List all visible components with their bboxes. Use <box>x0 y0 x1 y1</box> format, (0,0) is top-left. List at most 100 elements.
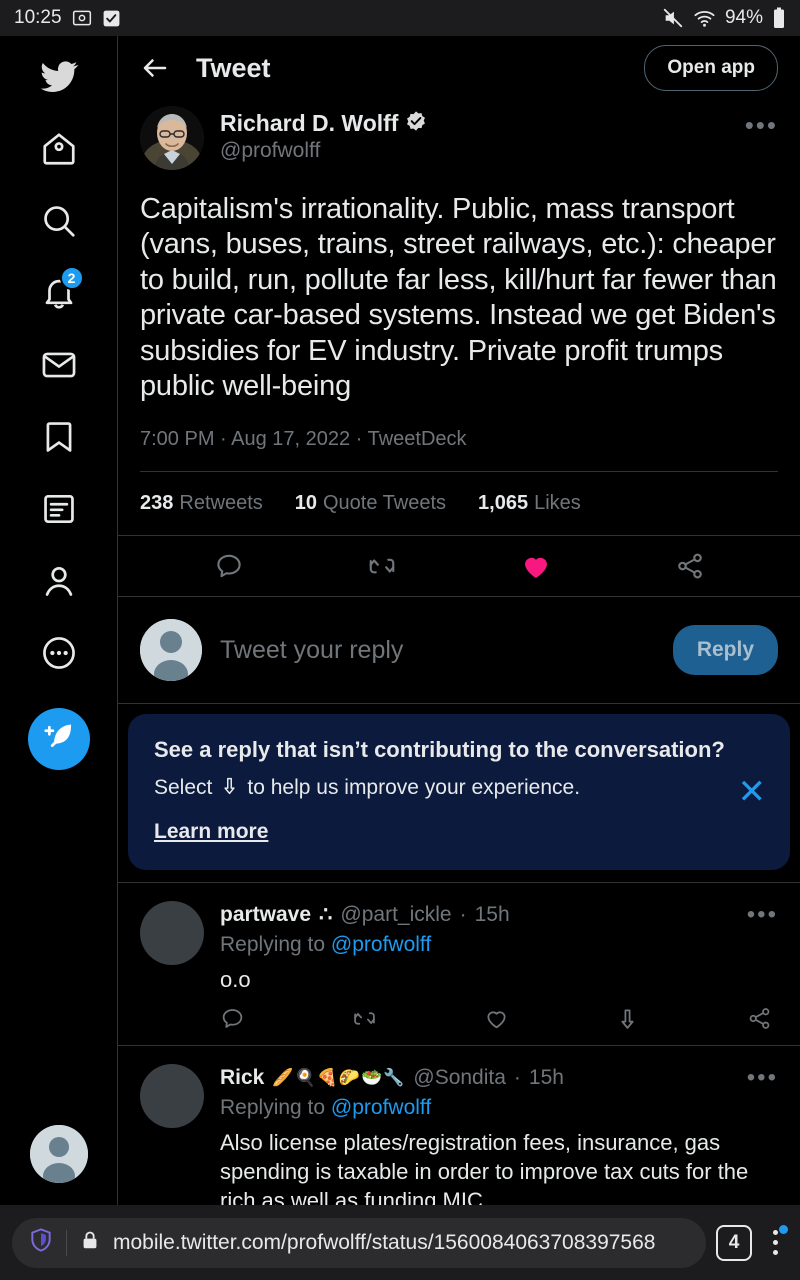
banner-learn-more-link[interactable]: Learn more <box>154 820 268 844</box>
reply-more-button[interactable]: ••• <box>747 1064 778 1092</box>
kebab-dot-3 <box>772 1250 778 1255</box>
list-item[interactable]: partwave ∴ @part_ickle · 15h ••• Replyin… <box>118 881 800 1045</box>
retweet-icon[interactable] <box>352 1006 377 1031</box>
author-display-name: Richard D. Wolff <box>220 110 399 136</box>
reply-more-button[interactable]: ••• <box>747 901 778 929</box>
replying-to-handle[interactable]: @profwolff <box>331 1096 431 1119</box>
sidebar-account-avatar[interactable] <box>29 1125 88 1183</box>
tweet-text: Capitalism's irrationality. Public, mass… <box>140 193 777 402</box>
likes-count: 1,065 <box>478 492 529 515</box>
menu-notification-dot <box>779 1224 788 1234</box>
avatar[interactable] <box>140 900 204 965</box>
share-icon[interactable] <box>747 1006 772 1031</box>
reply-text: o.o <box>220 966 251 992</box>
notification-badge: 2 <box>59 266 84 290</box>
reply-display-name: partwave <box>220 902 312 926</box>
reply-input[interactable] <box>220 635 655 665</box>
shield-icon[interactable] <box>28 1227 54 1258</box>
author-display-row: Richard D. Wolff <box>220 110 427 137</box>
sidebar-item-messages[interactable] <box>28 334 90 396</box>
back-button[interactable] <box>140 53 170 83</box>
reply-handle: @part_ickle <box>340 902 452 926</box>
reply-composer: Reply <box>118 597 800 705</box>
browser-menu-button[interactable] <box>762 1223 788 1263</box>
tab-count-button[interactable]: 4 <box>716 1224 752 1261</box>
lock-icon <box>79 1229 101 1256</box>
sidebar-item-twitter-logo[interactable] <box>28 46 90 108</box>
avatar[interactable] <box>140 1063 204 1128</box>
screenshot-icon <box>72 8 92 28</box>
tweet-more-button[interactable]: ••• <box>745 106 778 141</box>
share-icon[interactable] <box>675 551 705 581</box>
screen: 10:25 94% 2 Tweet Open app Richard D. Wo… <box>0 0 800 1280</box>
main-column: Tweet Open app Richard D. Wolff @profwol… <box>118 36 800 1205</box>
stat-quote-tweets[interactable]: 10 Quote Tweets <box>295 492 446 515</box>
envelope-icon <box>40 346 78 384</box>
compose-tweet-button[interactable] <box>27 708 90 770</box>
banner-wrapper: See a reply that isn’t contributing to t… <box>118 704 800 870</box>
composer-avatar <box>140 619 202 682</box>
reply-action-bar <box>220 994 778 1039</box>
sidebar-item-lists[interactable] <box>28 478 90 540</box>
like-icon[interactable] <box>484 1006 509 1031</box>
more-circle-icon <box>40 634 78 672</box>
url-divider <box>66 1229 67 1256</box>
sidebar-item-home[interactable] <box>28 118 90 180</box>
person-icon <box>40 562 78 600</box>
replying-to-handle[interactable]: @profwolff <box>331 933 431 956</box>
kebab-dot-1 <box>772 1230 778 1235</box>
sidebar-item-more[interactable] <box>28 622 90 684</box>
retweet-icon[interactable] <box>367 551 397 581</box>
twitter-logo-icon <box>39 57 79 97</box>
quotes-count: 10 <box>294 492 317 515</box>
tweet-action-bar <box>118 535 800 598</box>
browser-toolbar: mobile.twitter.com/profwolff/status/1560… <box>0 1205 800 1280</box>
downvote-icon <box>219 775 240 802</box>
reply-name-suffix: ∴ <box>319 903 333 927</box>
like-icon[interactable] <box>520 550 552 582</box>
sidebar-item-profile[interactable] <box>28 550 90 612</box>
close-icon[interactable]: ✕ <box>738 775 767 809</box>
stat-likes[interactable]: 1,065 Likes <box>478 492 581 515</box>
tweet-timestamp: 7:00 PM · Aug 17, 2022 · TweetDeck <box>140 428 778 451</box>
reply-dot-separator: · <box>459 902 467 926</box>
banner-subtitle-after: to help us improve your experience. <box>247 776 581 800</box>
open-app-button[interactable]: Open app <box>644 45 778 91</box>
replying-to: Replying to @profwolff <box>220 933 778 957</box>
clock: 10:25 <box>14 7 62 28</box>
sidebar-item-bookmarks[interactable] <box>28 406 90 468</box>
tweet-detail: Richard D. Wolff @profwolff ••• Capitali… <box>118 100 800 535</box>
reply-submit-button[interactable]: Reply <box>672 625 778 676</box>
replying-to-prefix: Replying to <box>220 932 331 956</box>
downvote-icon[interactable] <box>615 1006 640 1031</box>
meta-sep-1: · <box>214 428 232 451</box>
tweet-client: TweetDeck <box>367 428 467 451</box>
reply-icon[interactable] <box>220 1006 245 1031</box>
url-text: mobile.twitter.com/profwolff/status/1560… <box>113 1230 656 1254</box>
stat-retweets[interactable]: 238 Retweets <box>140 492 263 515</box>
reply-icon[interactable] <box>214 551 244 581</box>
reply-time: 15h <box>474 902 510 926</box>
reply-time: 15h <box>528 1065 564 1089</box>
tweet-date: Aug 17, 2022 <box>231 428 351 451</box>
sidebar-item-notifications[interactable]: 2 <box>28 262 90 324</box>
tweet-author-row: Richard D. Wolff @profwolff ••• <box>140 106 778 170</box>
quotes-label: Quote Tweets <box>323 492 447 515</box>
list-item[interactable]: Rick 🥖🍳🍕🌮🥗🔧 @Sondita · 15h ••• Replying … <box>118 1044 800 1205</box>
url-bar[interactable]: mobile.twitter.com/profwolff/status/1560… <box>12 1217 706 1268</box>
author-handle: @profwolff <box>220 139 321 162</box>
author-avatar[interactable] <box>140 106 204 170</box>
status-bar-left: 10:25 <box>14 7 121 29</box>
author-names: Richard D. Wolff @profwolff <box>220 106 427 163</box>
checkbox-icon <box>102 9 121 28</box>
search-icon <box>40 202 78 240</box>
battery-icon <box>772 7 786 29</box>
lists-icon <box>40 490 78 528</box>
kebab-dot-2 <box>772 1240 778 1245</box>
reply-handle: @Sondita <box>413 1065 506 1089</box>
reply-author-row: Rick 🥖🍳🍕🌮🥗🔧 @Sondita · 15h ••• <box>220 1064 778 1092</box>
bookmark-icon <box>40 418 78 456</box>
sidebar-item-search[interactable] <box>28 190 90 252</box>
reply-author-row: partwave ∴ @part_ickle · 15h ••• <box>220 901 778 929</box>
status-bar-right: 94% <box>662 7 786 30</box>
